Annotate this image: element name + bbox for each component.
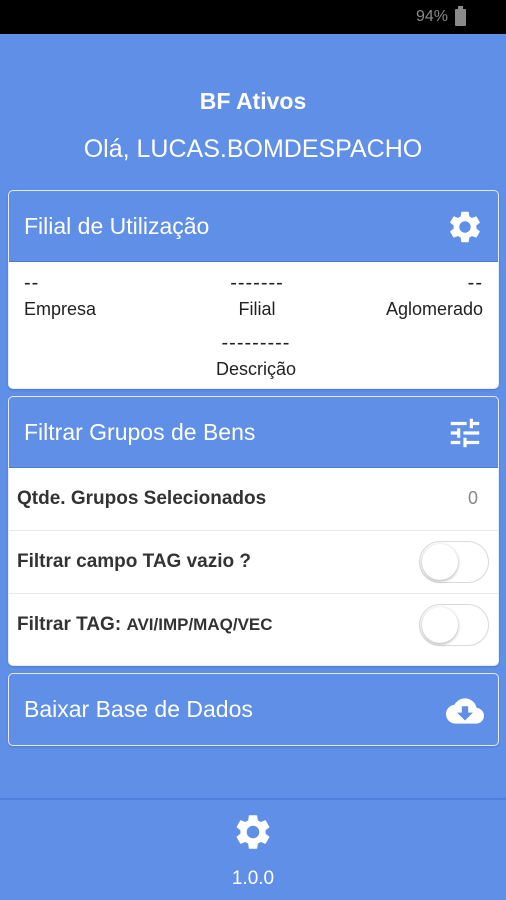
filial-card-header: Filial de Utilização bbox=[9, 191, 498, 262]
app-version: 1.0.0 bbox=[231, 868, 275, 889]
filial-card-title: Filial de Utilização bbox=[24, 213, 210, 239]
selected-groups-count: 0 bbox=[467, 488, 478, 508]
filial-info: -- Empresa ------- Filial -- Aglomerado … bbox=[9, 262, 498, 388]
filial-value: ------- bbox=[230, 272, 284, 294]
selected-groups-label: Qtde. Grupos Selecionados bbox=[17, 488, 267, 509]
grupos-card: Filtrar Grupos de Bens Qtde. Grupos Sele… bbox=[8, 396, 499, 666]
battery-level: 94% bbox=[415, 8, 448, 25]
status-bar: 94% bbox=[0, 0, 506, 34]
sliders-icon[interactable] bbox=[446, 414, 484, 452]
empresa-value: -- bbox=[24, 272, 40, 294]
tag-empty-row: Filtrar campo TAG vazio ? bbox=[9, 531, 498, 594]
empresa-field: -- Empresa bbox=[24, 272, 96, 320]
aglomerado-field: -- Aglomerado bbox=[386, 272, 483, 320]
tag-empty-label: Filtrar campo TAG vazio ? bbox=[17, 551, 252, 572]
toggle-knob bbox=[422, 544, 458, 580]
tag-empty-toggle[interactable] bbox=[419, 541, 489, 583]
tag-filter-toggle[interactable] bbox=[419, 604, 489, 646]
toggle-knob bbox=[422, 607, 458, 643]
descricao-field: --------- Descrição bbox=[205, 332, 307, 380]
gear-icon[interactable] bbox=[446, 208, 484, 246]
selected-groups-row[interactable]: Qtde. Grupos Selecionados 0 bbox=[9, 468, 498, 531]
filial-label: Filial bbox=[238, 299, 276, 319]
descricao-value: --------- bbox=[221, 332, 291, 354]
cloud-download-icon[interactable] bbox=[446, 692, 484, 730]
footer-divider bbox=[0, 798, 506, 800]
empresa-label: Empresa bbox=[24, 299, 97, 319]
battery-icon bbox=[455, 6, 466, 26]
grupos-card-title: Filtrar Grupos de Bens bbox=[24, 419, 256, 445]
aglomerado-label: Aglomerado bbox=[385, 299, 483, 319]
app-title: BF Ativos bbox=[199, 88, 307, 114]
gear-icon[interactable] bbox=[232, 811, 274, 853]
user-greeting: Olá, LUCAS.BOMDESPACHO bbox=[83, 135, 423, 163]
tag-filter-label-prefix: Filtrar TAG: bbox=[17, 614, 122, 635]
tag-filter-row: Filtrar TAG: AVI/IMP/MAQ/VEC bbox=[9, 594, 498, 657]
aglomerado-value: -- bbox=[467, 272, 483, 294]
download-card-title: Baixar Base de Dados bbox=[24, 696, 253, 722]
grupos-card-header: Filtrar Grupos de Bens bbox=[9, 397, 498, 468]
descricao-label: Descrição bbox=[215, 359, 297, 379]
download-card[interactable]: Baixar Base de Dados bbox=[8, 673, 499, 746]
tag-filter-label-values: AVI/IMP/MAQ/VEC bbox=[126, 615, 273, 634]
filial-field: ------- Filial bbox=[217, 272, 297, 320]
download-card-header[interactable]: Baixar Base de Dados bbox=[9, 674, 498, 745]
tag-filter-label: Filtrar TAG: AVI/IMP/MAQ/VEC bbox=[17, 614, 273, 636]
filial-card: Filial de Utilização -- Empresa ------- … bbox=[8, 190, 499, 389]
